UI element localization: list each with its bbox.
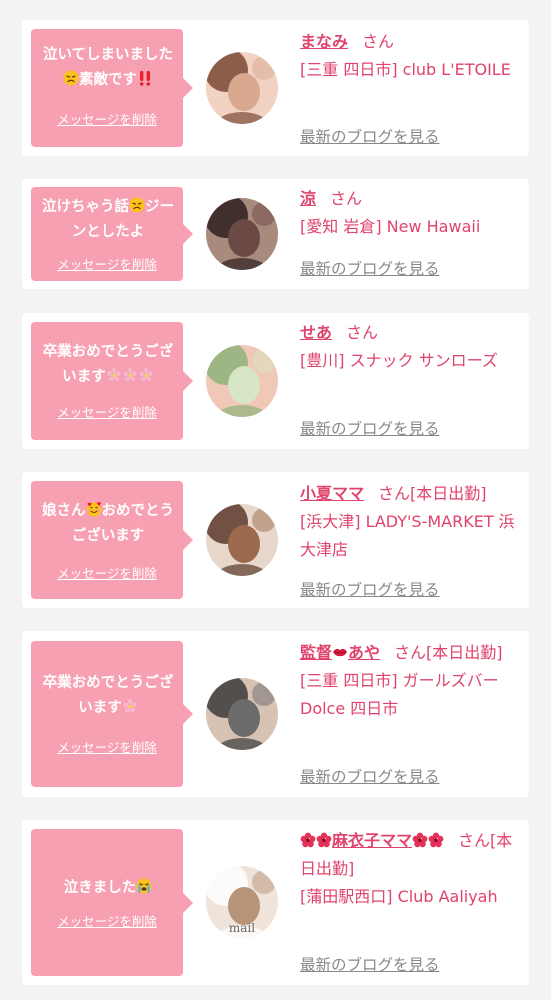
- delete-message-link[interactable]: メッセージを削除: [31, 109, 183, 128]
- honorific: さん: [362, 32, 395, 51]
- text-segment: 卒業おめでとうございます: [42, 675, 174, 716]
- text-segment: まなみ: [300, 32, 349, 51]
- profile-info: 小夏ママ さん[本日出勤] [浜大津] LADY'S-MARKET 浜大津店: [300, 480, 524, 564]
- message-card: 娘さん おめでとうございますメッセージを削除 小夏ママ さん[本日出勤] [浜大津] L…: [22, 472, 529, 608]
- shop-location: [三重 四日市] ガールズバー Dolce 四日市: [300, 671, 499, 718]
- avatar[interactable]: [206, 678, 278, 750]
- name-line: まなみ さん: [300, 28, 524, 56]
- latest-blog-link[interactable]: 最新のブログを見る: [300, 417, 440, 439]
- latest-blog-link[interactable]: 最新のブログを見る: [300, 257, 440, 279]
- message-bubble: 卒業おめでとうございますメッセージを削除: [31, 322, 193, 440]
- profile-info: 監督 あや さん[本日出勤] [三重 四日市] ガールズバー Dolce 四日市: [300, 639, 524, 723]
- avatar[interactable]: [206, 52, 278, 124]
- latest-blog-link[interactable]: 最新のブログを見る: [300, 125, 440, 147]
- text-segment: 泣いてしまいました: [42, 47, 174, 63]
- profile-name-link[interactable]: 監督 あや: [300, 643, 380, 662]
- text-segment: 麻衣子ママ: [332, 831, 413, 850]
- shop-location: [浜大津] LADY'S-MARKET 浜大津店: [300, 512, 515, 559]
- text-segment: 素敵です: [79, 72, 137, 88]
- profile-name-link[interactable]: 涼: [300, 189, 316, 208]
- attendance-status: [本日出勤]: [410, 484, 487, 503]
- message-text: 娘さん おめでとうございます: [39, 499, 177, 549]
- message-text: 泣いてしまいました 素敵です: [39, 43, 177, 93]
- message-card: 卒業おめでとうございますメッセージを削除 監督 あや さん[本日出勤] [三重 四日市]…: [22, 631, 529, 797]
- honorific: さん: [394, 643, 427, 662]
- profile-name-link[interactable]: 麻衣子ママ: [300, 831, 444, 850]
- message-card: 泣きました メッセージを削除 mail 麻衣子ママ さん[本日出勤] [蒲田駅西口] Cl…: [22, 820, 529, 985]
- message-bubble: 泣いてしまいました 素敵ですメッセージを削除: [31, 29, 193, 147]
- smiling-face-with-hearts-icon: [86, 501, 102, 517]
- profile-info: 麻衣子ママ さん[本日出勤] [蒲田駅西口] Club Aaliyah: [300, 827, 524, 911]
- cherry-blossom-icon: [106, 367, 122, 383]
- lips-icon: [332, 644, 348, 660]
- text-segment: 泣けちゃう話: [42, 199, 129, 215]
- hibiscus-icon: [412, 832, 428, 848]
- message-card: 泣いてしまいました 素敵ですメッセージを削除 まなみ さん [三重 四日市] club …: [22, 20, 529, 156]
- message-list: 泣いてしまいました 素敵です メッセージを削除 まなみ さん [三重 四日市] club …: [0, 0, 551, 1000]
- hibiscus-icon: [428, 832, 444, 848]
- hibiscus-icon: [316, 832, 332, 848]
- message-text: 泣きました: [39, 876, 177, 901]
- profile-info: せあ さん [豊川] スナック サンローズ: [300, 319, 524, 375]
- avatar[interactable]: [206, 504, 278, 576]
- name-line: 涼さん: [300, 185, 524, 213]
- shop-location: [三重 四日市] club L'ETOILE: [300, 60, 511, 79]
- shop-location: [愛知 岩倉] New Hawaii: [300, 217, 481, 236]
- profile-name-link[interactable]: せあ: [300, 323, 332, 342]
- message-bubble: 卒業おめでとうございますメッセージを削除: [31, 641, 193, 787]
- message-bubble: 泣けちゃう話 ジーンとしたよメッセージを削除: [31, 187, 193, 281]
- profile-info: まなみ さん [三重 四日市] club L'ETOILE: [300, 28, 524, 84]
- shop-location: [豊川] スナック サンローズ: [300, 351, 498, 370]
- message-card: 泣けちゃう話 ジーンとしたよメッセージを削除 涼さん [愛知 岩倉] New Hawa…: [22, 179, 529, 289]
- hibiscus-icon: [300, 832, 316, 848]
- attendance-status: [本日出勤]: [426, 643, 503, 662]
- svg-text:mail: mail: [229, 921, 255, 935]
- delete-message-link[interactable]: メッセージを削除: [31, 563, 183, 582]
- latest-blog-link[interactable]: 最新のブログを見る: [300, 953, 440, 975]
- cherry-blossom-icon: [122, 698, 138, 714]
- sad-face-icon: [63, 70, 79, 86]
- name-line: せあ さん: [300, 319, 524, 347]
- shop-location: [蒲田駅西口] Club Aaliyah: [300, 887, 498, 906]
- delete-message-link[interactable]: メッセージを削除: [31, 737, 183, 756]
- latest-blog-link[interactable]: 最新のブログを見る: [300, 765, 440, 787]
- avatar[interactable]: [206, 198, 278, 270]
- message-text: 卒業おめでとうございます: [39, 671, 177, 721]
- honorific: さん: [458, 831, 491, 850]
- text-segment: 監督: [300, 643, 333, 662]
- message-text: 卒業おめでとうございます: [39, 340, 177, 390]
- text-segment: せあ: [300, 323, 333, 342]
- text-segment: 泣きました: [63, 880, 137, 896]
- avatar[interactable]: [206, 345, 278, 417]
- crying-face-icon: [136, 878, 152, 894]
- double-exclamation-icon: [137, 70, 153, 86]
- latest-blog-link[interactable]: 最新のブログを見る: [300, 578, 440, 600]
- message-bubble: 泣きましたメッセージを削除: [31, 829, 193, 976]
- honorific: さん: [346, 323, 379, 342]
- profile-name-link[interactable]: まなみ: [300, 32, 348, 51]
- profile-info: 涼さん [愛知 岩倉] New Hawaii: [300, 185, 524, 241]
- text-segment: 娘さん: [42, 503, 86, 519]
- avatar[interactable]: mail: [206, 866, 278, 938]
- text-segment: 小夏ママ: [300, 484, 365, 503]
- text-segment: あや: [348, 643, 381, 662]
- message-card: 卒業おめでとうございますメッセージを削除 せあ さん [豊川] スナック サンローズ最…: [22, 313, 529, 449]
- delete-message-link[interactable]: メッセージを削除: [31, 911, 183, 930]
- profile-name-link[interactable]: 小夏ママ: [300, 484, 364, 503]
- cherry-blossom-icon: [138, 367, 154, 383]
- message-text: 泣けちゃう話 ジーンとしたよ: [39, 195, 177, 245]
- name-line: 監督 あや さん[本日出勤]: [300, 639, 524, 667]
- sad-face-icon: [129, 197, 145, 213]
- name-line: 小夏ママ さん[本日出勤]: [300, 480, 524, 508]
- name-line: 麻衣子ママ さん[本日出勤]: [300, 827, 524, 883]
- text-segment: 涼: [300, 189, 317, 208]
- cherry-blossom-icon: [122, 367, 138, 383]
- delete-message-link[interactable]: メッセージを削除: [31, 402, 183, 421]
- message-bubble: 娘さん おめでとうございますメッセージを削除: [31, 481, 193, 599]
- honorific: さん: [330, 189, 363, 208]
- delete-message-link[interactable]: メッセージを削除: [31, 254, 183, 273]
- honorific: さん: [378, 484, 411, 503]
